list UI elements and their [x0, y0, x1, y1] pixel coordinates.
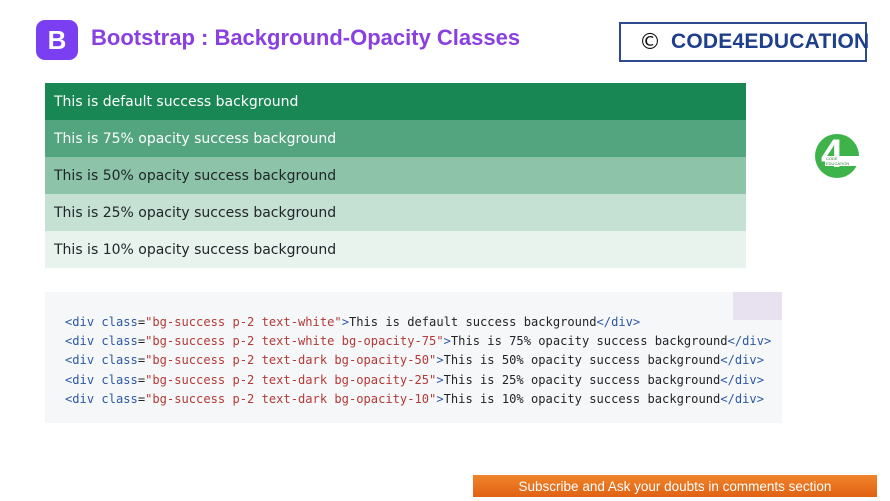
- code-class-value: "bg-success p-2 text-white bg-opacity-75…: [145, 334, 444, 349]
- code-close-tag: </div>: [727, 334, 772, 349]
- code-class-value: "bg-success p-2 text-dark bg-opacity-10": [145, 391, 437, 406]
- code-close-tag: </div>: [720, 391, 764, 406]
- code-close-tag: </div>: [720, 372, 764, 387]
- code-attr: class: [101, 391, 138, 406]
- subscribe-banner: Subscribe and Ask your doubts in comment…: [473, 475, 877, 497]
- code-eq: =: [137, 372, 146, 387]
- code-close-tag: </div>: [720, 353, 764, 368]
- logo-digit: 4: [821, 132, 844, 176]
- row-opacity-10: This is 10% opacity success background: [45, 231, 746, 268]
- code-open-tag: <div: [65, 334, 102, 349]
- code-eq: =: [137, 334, 146, 349]
- bootstrap-logo: B: [36, 20, 78, 60]
- opacity-demo-list: This is default success background This …: [45, 83, 746, 268]
- code-eq: =: [137, 353, 146, 368]
- code-attr: class: [101, 353, 138, 368]
- code-text: This is default success background: [348, 315, 597, 329]
- code-line: <div class="bg-success p-2 text-white">T…: [65, 313, 771, 332]
- page-title: Bootstrap : Background-Opacity Classes: [91, 25, 521, 50]
- code-open-tag: <div: [65, 372, 102, 387]
- row-opacity-50: This is 50% opacity success background: [45, 157, 746, 194]
- code-class-value: "bg-success p-2 text-white": [145, 315, 342, 329]
- code-attr: class: [101, 315, 138, 329]
- code-block: <div class="bg-success p-2 text-white">T…: [45, 292, 782, 423]
- code-class-value: "bg-success p-2 text-dark bg-opacity-25": [145, 372, 437, 387]
- row-opacity-75: This is 75% opacity success background: [45, 120, 746, 157]
- row-opacity-25: This is 25% opacity success background: [45, 194, 746, 231]
- code-text: This is 50% opacity success background: [443, 353, 721, 368]
- code-line: <div class="bg-success p-2 text-dark bg-…: [65, 351, 771, 370]
- copyright-icon: ©: [639, 29, 661, 55]
- code-open-tag: <div: [65, 315, 102, 329]
- code-eq: =: [137, 315, 146, 329]
- code-text: This is 25% opacity success background: [443, 372, 721, 387]
- bootstrap-logo-letter: B: [47, 24, 67, 55]
- code-attr: class: [101, 372, 138, 387]
- logo-label: CODE EDUCATION: [825, 156, 859, 166]
- code-line: <div class="bg-success p-2 text-dark bg-…: [65, 371, 771, 390]
- code-class-value: "bg-success p-2 text-dark bg-opacity-50": [145, 353, 437, 368]
- code-bracket: >: [443, 334, 451, 349]
- code-attr: class: [101, 334, 138, 349]
- code-text: This is 10% opacity success background: [443, 391, 721, 406]
- code-close-tag: </div>: [596, 315, 641, 329]
- code4education-logo: 4 CODE EDUCATION: [815, 132, 859, 178]
- brand-badge: © CODE4EDUCATION: [619, 22, 870, 62]
- code-lines: <div class="bg-success p-2 text-white">T…: [65, 313, 771, 409]
- code-bracket: >: [341, 315, 349, 329]
- code-bracket: >: [436, 391, 444, 406]
- code-line: <div class="bg-success p-2 text-white bg…: [65, 332, 771, 351]
- code-line: <div class="bg-success p-2 text-dark bg-…: [65, 390, 771, 409]
- code-bracket: >: [436, 353, 444, 368]
- code-open-tag: <div: [65, 353, 102, 368]
- code-open-tag: <div: [65, 391, 102, 406]
- row-default: This is default success background: [45, 83, 746, 120]
- brand-name: CODE4EDUCATION: [671, 30, 870, 53]
- code-text: This is 75% opacity success background: [450, 334, 728, 349]
- code-bracket: >: [436, 372, 444, 387]
- code-eq: =: [137, 391, 146, 406]
